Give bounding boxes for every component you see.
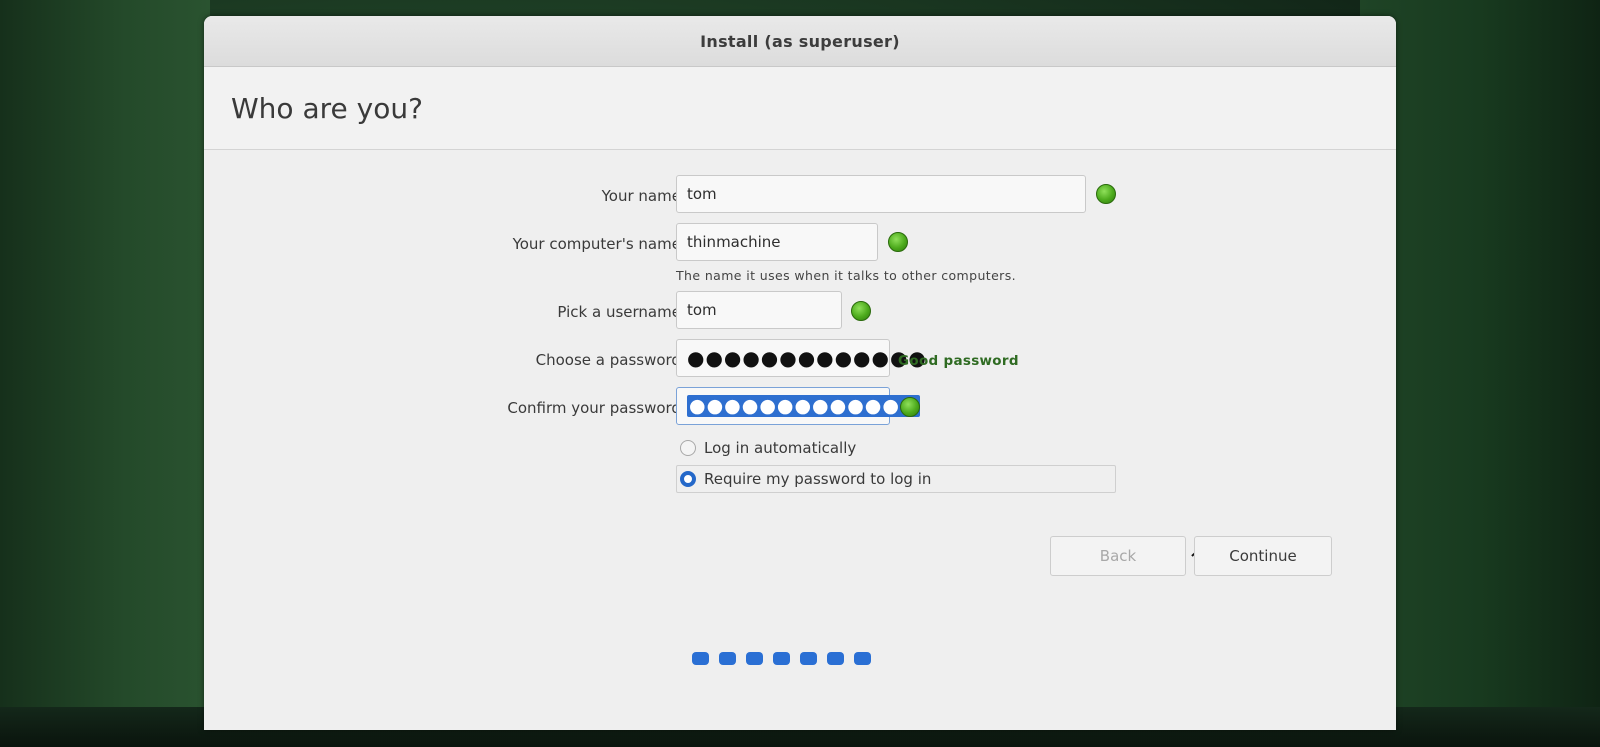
install-progress-indicator xyxy=(692,652,871,665)
login-automatically-label: Log in automatically xyxy=(704,439,857,457)
progress-step-dot xyxy=(746,652,763,665)
desk-background-left xyxy=(0,0,210,747)
back-button-label: Back xyxy=(1099,547,1137,565)
confirm-password-ok-icon xyxy=(900,397,920,417)
progress-step-dot xyxy=(800,652,817,665)
username-ok-icon xyxy=(851,301,871,321)
your-name-ok-icon xyxy=(1096,184,1116,204)
computer-name-hint: The name it uses when it talks to other … xyxy=(676,268,1017,283)
form-area: Your name: tom Your computer's name: thi… xyxy=(204,150,1396,730)
username-input[interactable]: tom xyxy=(676,291,842,329)
computer-name-label: Your computer's name: xyxy=(512,235,686,253)
confirm-password-masked-value: ●●●●●●●●●●●●● xyxy=(687,395,920,417)
require-password-label: Require my password to log in xyxy=(704,470,932,488)
password-masked-value: ●●●●●●●●●●●●● xyxy=(687,346,927,370)
continue-button-label: Continue xyxy=(1229,547,1297,565)
require-password-option[interactable]: Require my password to log in xyxy=(680,470,931,488)
progress-step-dot xyxy=(854,652,871,665)
login-automatically-option[interactable]: Log in automatically xyxy=(680,439,856,457)
confirm-password-input[interactable]: ●●●●●●●●●●●●● xyxy=(676,387,920,425)
login-automatically-radio[interactable] xyxy=(680,440,696,456)
your-name-value: tom xyxy=(687,185,717,203)
confirm-password-label: Confirm your password: xyxy=(507,399,686,417)
back-button[interactable]: Back xyxy=(1050,536,1186,576)
username-label: Pick a username: xyxy=(557,303,686,321)
password-strength-label: Good password xyxy=(898,353,1019,369)
password-input[interactable]: ●●●●●●●●●●●●● xyxy=(676,339,926,377)
username-value: tom xyxy=(687,301,717,319)
your-name-input[interactable]: tom xyxy=(676,175,1086,213)
page-header: Who are you? xyxy=(204,67,1396,150)
computer-name-input[interactable]: thinmachine xyxy=(676,223,878,261)
your-name-label: Your name: xyxy=(601,187,686,205)
page-title: Who are you? xyxy=(231,91,423,125)
continue-button[interactable]: Continue xyxy=(1194,536,1332,576)
progress-step-dot xyxy=(827,652,844,665)
password-label: Choose a password: xyxy=(535,351,686,369)
installer-window: Install (as superuser) Who are you? Your… xyxy=(204,16,1396,730)
progress-step-dot xyxy=(719,652,736,665)
computer-name-ok-icon xyxy=(888,232,908,252)
desk-background-right xyxy=(1360,0,1600,747)
window-title: Install (as superuser) xyxy=(700,31,900,51)
require-password-radio[interactable] xyxy=(680,471,696,487)
progress-step-dot xyxy=(773,652,790,665)
window-titlebar[interactable]: Install (as superuser) xyxy=(204,16,1396,67)
progress-step-dot xyxy=(692,652,709,665)
computer-name-value: thinmachine xyxy=(687,233,781,251)
